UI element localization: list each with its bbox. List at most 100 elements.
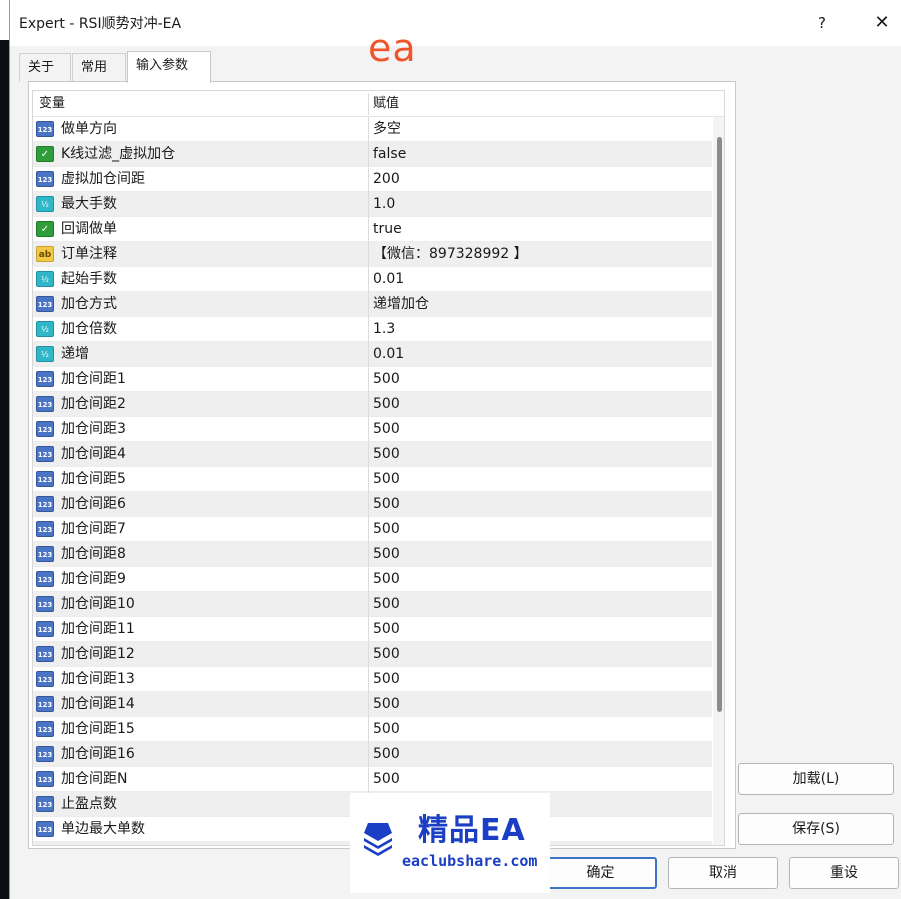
parameter-name: 止盈点数 — [61, 796, 117, 812]
parameter-value[interactable]: 0.01 — [373, 267, 404, 292]
parameter-name: 加仓间距9 — [61, 571, 126, 587]
ea-overlay-mark: ea — [368, 26, 417, 70]
integer-type-icon: 123 — [36, 296, 54, 312]
parameter-row[interactable]: 123 加仓间距3 500 — [33, 417, 712, 442]
parameter-value[interactable]: 0.01 — [373, 342, 404, 367]
scrollbar-thumb[interactable] — [717, 137, 722, 712]
parameter-name: 加仓间距8 — [61, 546, 126, 562]
parameter-name: 加仓间距10 — [61, 596, 135, 612]
parameter-value[interactable]: 500 — [373, 642, 400, 667]
parameter-value[interactable]: 500 — [373, 592, 400, 617]
parameter-name: 加仓间距5 — [61, 471, 126, 487]
parameter-row[interactable]: 123 加仓间距2 500 — [33, 392, 712, 417]
parameter-value[interactable]: true — [373, 217, 402, 242]
parameter-row[interactable]: 123 加仓间距1 500 — [33, 367, 712, 392]
parameter-value[interactable]: 500 — [373, 767, 400, 792]
parameter-value[interactable]: 500 — [373, 442, 400, 467]
parameter-row[interactable]: 123 加仓间距11 500 — [33, 617, 712, 642]
help-button[interactable]: ? — [802, 8, 842, 38]
cancel-button[interactable]: 取消 — [668, 857, 778, 889]
column-header-value[interactable]: 赋值 — [373, 91, 399, 117]
parameter-value[interactable]: 【微信：897328992 】 — [373, 242, 528, 267]
parameter-row[interactable]: 123 加仓间距14 500 — [33, 692, 712, 717]
parameter-value[interactable]: 200 — [373, 167, 400, 192]
parameter-name: 加仓间距4 — [61, 446, 126, 462]
parameter-row[interactable]: ✓ K线过滤_虚拟加仓 false — [33, 142, 712, 167]
parameter-row[interactable]: 123 加仓间距15 500 — [33, 717, 712, 742]
parameter-row[interactable]: 123 加仓间距12 500 — [33, 642, 712, 667]
integer-type-icon: 123 — [36, 746, 54, 762]
tab-about[interactable]: 关于 — [19, 53, 71, 82]
tab-common[interactable]: 常用 — [72, 53, 126, 82]
parameter-row[interactable]: 123 加仓间距10 500 — [33, 592, 712, 617]
reset-button[interactable]: 重设 — [789, 857, 899, 889]
parameter-row[interactable]: 123 加仓间距N 500 — [33, 767, 712, 792]
parameter-value[interactable]: 500 — [373, 692, 400, 717]
parameter-value[interactable]: 500 — [373, 417, 400, 442]
parameter-value[interactable]: 500 — [373, 667, 400, 692]
watermark-logo: 精品EA eaclubshare.com — [350, 793, 550, 893]
parameter-value[interactable]: false — [373, 142, 406, 167]
integer-type-icon: 123 — [36, 121, 54, 137]
parameter-value[interactable]: 500 — [373, 392, 400, 417]
parameter-row[interactable]: 123 加仓方式 递增加仓 — [33, 292, 712, 317]
parameter-row[interactable]: 123 做单方向 多空 — [33, 117, 712, 142]
parameter-value[interactable]: 500 — [373, 742, 400, 767]
ok-button[interactable]: 确定 — [544, 857, 657, 889]
parameter-row[interactable]: 123 加仓间距8 500 — [33, 542, 712, 567]
cell-divider — [368, 692, 369, 717]
parameter-row[interactable]: 123 加仓间距16 500 — [33, 742, 712, 767]
parameter-value[interactable]: 500 — [373, 617, 400, 642]
cell-divider — [368, 242, 369, 267]
parameter-row[interactable]: 123 加仓间距4 500 — [33, 442, 712, 467]
string-type-icon: ab — [36, 246, 54, 262]
cell-divider — [368, 717, 369, 742]
integer-type-icon: 123 — [36, 171, 54, 187]
parameter-value[interactable]: 递增加仓 — [373, 292, 429, 317]
load-button[interactable]: 加载(L) — [738, 763, 894, 795]
cell-divider — [368, 567, 369, 592]
parameter-name: 虚拟加仓间距 — [61, 171, 145, 187]
parameter-row[interactable]: ½ 加仓倍数 1.3 — [33, 317, 712, 342]
parameter-row[interactable]: 123 加仓间距5 500 — [33, 467, 712, 492]
integer-type-icon: 123 — [36, 796, 54, 812]
save-button[interactable]: 保存(S) — [738, 813, 894, 845]
parameter-name: 最大手数 — [61, 196, 117, 212]
integer-type-icon: 123 — [36, 546, 54, 562]
close-button[interactable]: ✕ — [862, 8, 901, 38]
parameter-value[interactable]: 500 — [373, 542, 400, 567]
parameter-value[interactable]: 500 — [373, 492, 400, 517]
column-divider[interactable] — [368, 93, 369, 115]
parameter-value[interactable]: 1.3 — [373, 317, 395, 342]
parameter-row[interactable]: ✓ 回调做单 true — [33, 217, 712, 242]
parameter-row[interactable]: 123 加仓间距9 500 — [33, 567, 712, 592]
parameter-name: 单边最大单数 — [61, 821, 145, 837]
double-type-icon: ½ — [36, 196, 54, 212]
parameter-row[interactable]: ½ 递增 0.01 — [33, 342, 712, 367]
integer-type-icon: 123 — [36, 371, 54, 387]
vertical-scrollbar[interactable] — [713, 117, 724, 845]
parameter-row[interactable]: ½ 起始手数 0.01 — [33, 267, 712, 292]
integer-type-icon: 123 — [36, 421, 54, 437]
parameter-row[interactable]: 123 虚拟加仓间距 200 — [33, 167, 712, 192]
parameter-row[interactable]: ab 订单注释 【微信：897328992 】 — [33, 242, 712, 267]
parameter-value[interactable]: 500 — [373, 517, 400, 542]
parameter-row[interactable]: ½ 最大手数 1.0 — [33, 192, 712, 217]
parameter-value[interactable]: 500 — [373, 367, 400, 392]
integer-type-icon: 123 — [36, 621, 54, 637]
grid-header: 变量 赋值 — [33, 91, 724, 117]
parameter-value[interactable]: 500 — [373, 567, 400, 592]
parameter-row[interactable]: 123 加仓间距6 500 — [33, 492, 712, 517]
parameter-row[interactable]: 123 加仓间距7 500 — [33, 517, 712, 542]
column-header-variable[interactable]: 变量 — [39, 91, 65, 117]
parameter-value[interactable]: 多空 — [373, 117, 401, 142]
integer-type-icon: 123 — [36, 571, 54, 587]
cell-divider — [368, 667, 369, 692]
parameter-name: 加仓间距2 — [61, 396, 126, 412]
title-bar: Expert - RSI顺势对冲-EA ? ✕ — [10, 0, 901, 46]
tab-input-parameters[interactable]: 输入参数 — [127, 51, 211, 83]
parameter-value[interactable]: 500 — [373, 467, 400, 492]
parameter-value[interactable]: 500 — [373, 717, 400, 742]
parameter-row[interactable]: 123 加仓间距13 500 — [33, 667, 712, 692]
parameter-value[interactable]: 1.0 — [373, 192, 395, 217]
